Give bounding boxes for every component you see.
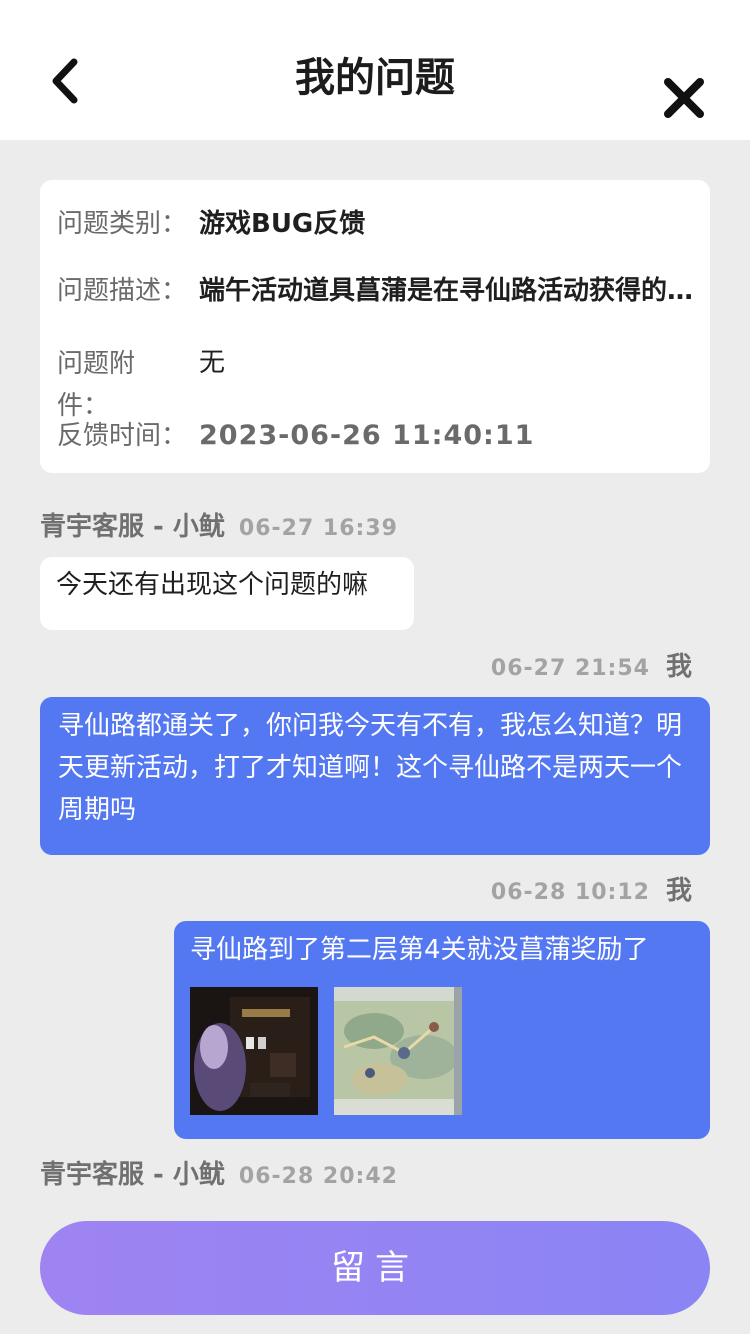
- category-value: 游戏BUG反馈: [199, 209, 366, 239]
- message-time: 06-27 16:39: [238, 516, 398, 541]
- feedback-time-value: 2023-06-26 11:40:11: [199, 420, 535, 451]
- page-title: 我的问题: [295, 55, 455, 101]
- message-time: 06-28 10:12: [490, 880, 650, 905]
- message-sender: 青宇客服 - 小鱿: [40, 1160, 225, 1190]
- description-value: 端午活动道具菖蒲是在寻仙路活动获得的吗？: [199, 276, 694, 306]
- message-time: 06-28 20:42: [238, 1164, 398, 1189]
- attachment-label: 问题附件：: [57, 349, 136, 421]
- message-meta: 06-27 21:54 我: [491, 649, 692, 687]
- issue-info-card: 问题类别： 游戏BUG反馈 问题描述： 端午活动道具菖蒲是在寻仙路活动获得的吗？…: [40, 180, 710, 473]
- message-meta: 青宇客服 - 小鱿 06-28 20:42: [40, 1157, 398, 1195]
- description-label: 问题描述：: [57, 276, 188, 306]
- header-bar: 我的问题: [0, 0, 750, 140]
- game-map-screenshot-image: [334, 987, 462, 1115]
- game-screenshot-image: [190, 987, 318, 1115]
- message-text: 寻仙路到了第二层第4关就没菖蒲奖励了: [190, 935, 649, 965]
- message-meta: 青宇客服 - 小鱿 06-27 16:39: [40, 509, 398, 547]
- message-meta: 06-28 10:12 我: [491, 873, 692, 911]
- close-icon: [664, 78, 704, 118]
- message-bubble-user: 寻仙路都通关了，你问我今天有不有，我怎么知道？明天更新活动，打了才知道啊！这个寻…: [40, 697, 710, 855]
- close-button[interactable]: [660, 74, 708, 122]
- message-sender: 我: [665, 876, 692, 906]
- category-label: 问题类别：: [57, 209, 188, 239]
- attachment-value: 无: [199, 348, 226, 378]
- feedback-time-label: 反馈时间：: [57, 421, 188, 451]
- message-bubble-support: 今天还有出现这个问题的嘛: [40, 557, 414, 630]
- attachment-thumbnail[interactable]: [190, 987, 318, 1115]
- leave-message-button[interactable]: 留言: [40, 1221, 710, 1315]
- message-sender: 青宇客服 - 小鱿: [40, 512, 225, 542]
- message-sender: 我: [665, 652, 692, 682]
- message-time: 06-27 21:54: [490, 656, 650, 681]
- message-bubble-user: 寻仙路到了第二层第4关就没菖蒲奖励了: [174, 921, 710, 1139]
- attachment-thumbnail[interactable]: [334, 987, 462, 1115]
